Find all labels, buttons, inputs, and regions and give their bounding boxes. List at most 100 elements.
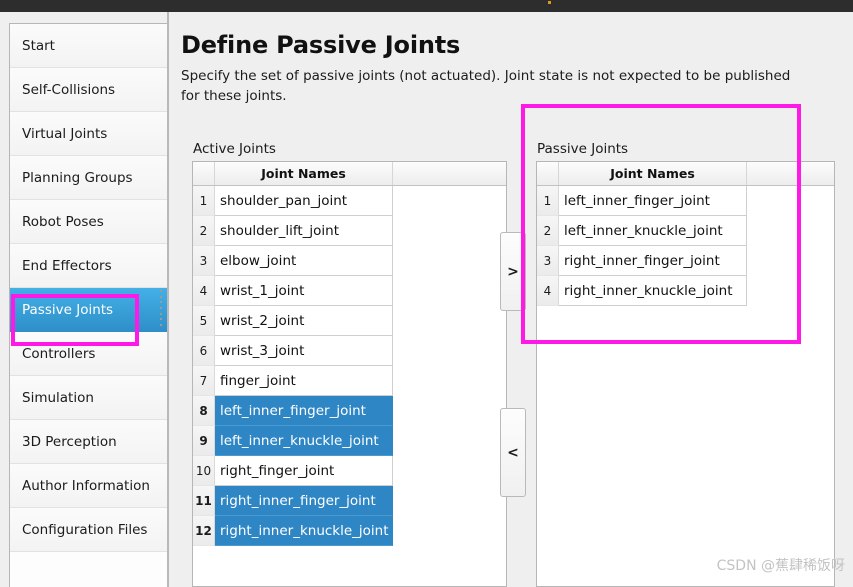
joint-name-cell[interactable]: wrist_2_joint <box>215 306 393 336</box>
active-joints-caption: Active Joints <box>193 141 276 157</box>
sidebar-item-3d-perception[interactable]: 3D Perception <box>10 420 167 464</box>
move-to-active-button[interactable]: < <box>500 408 526 497</box>
sidebar-item-label: Simulation <box>22 389 94 406</box>
titlebar-accent-dot <box>548 1 551 4</box>
sidebar-item-end-effectors[interactable]: End Effectors <box>10 244 167 288</box>
row-index: 8 <box>193 396 215 426</box>
joint-name-cell[interactable]: right_inner_finger_joint <box>215 486 393 516</box>
sidebar-item-label: Passive Joints <box>22 301 114 318</box>
sidebar-item-self-collisions[interactable]: Self-Collisions <box>10 68 167 112</box>
move-to-passive-button[interactable]: > <box>500 232 526 311</box>
row-index: 2 <box>193 216 215 246</box>
watermark: CSDN @蕉肆稀饭呀 <box>716 558 845 574</box>
active-joints-table[interactable]: Joint Names 1 shoulder_pan_joint 2 shoulder… <box>192 161 507 587</box>
active-joint-row[interactable]: 12 right_inner_knuckle_joint <box>193 516 506 546</box>
row-filler <box>393 516 506 546</box>
active-joint-row[interactable]: 3 elbow_joint <box>193 246 506 276</box>
row-index: 1 <box>193 186 215 216</box>
row-index: 3 <box>537 246 559 276</box>
joint-name-cell[interactable]: wrist_3_joint <box>215 336 393 366</box>
joint-name-cell[interactable]: right_inner_knuckle_joint <box>215 516 393 546</box>
passive-joint-row[interactable]: 4 right_inner_knuckle_joint <box>537 276 834 306</box>
sidebar-item-label: Configuration Files <box>22 521 148 538</box>
joint-name-cell[interactable]: shoulder_pan_joint <box>215 186 393 216</box>
passive-joints-table[interactable]: Joint Names 1 left_inner_finger_joint 2 lef… <box>536 161 835 587</box>
sidebar-item-label: Controllers <box>22 345 96 362</box>
joint-name-cell[interactable]: right_finger_joint <box>215 456 393 486</box>
sidebar-item-label: Robot Poses <box>22 213 104 230</box>
active-header-joint-names[interactable]: Joint Names <box>215 162 393 185</box>
sidebar-item-label: Planning Groups <box>22 169 133 186</box>
splitter-grip-icon <box>160 290 163 326</box>
active-joint-row[interactable]: 6 wrist_3_joint <box>193 336 506 366</box>
row-index: 4 <box>537 276 559 306</box>
joint-name-cell[interactable]: left_inner_finger_joint <box>559 186 747 216</box>
active-header-corner <box>193 162 215 185</box>
active-joint-row[interactable]: 2 shoulder_lift_joint <box>193 216 506 246</box>
app-window: Start Self-Collisions Virtual Joints Planni… <box>0 0 853 587</box>
joint-name-cell[interactable]: elbow_joint <box>215 246 393 276</box>
active-table-header: Joint Names <box>193 162 506 186</box>
sidebar-item-label: Author Information <box>22 477 150 494</box>
active-joint-row[interactable]: 1 shoulder_pan_joint <box>193 186 506 216</box>
passive-header-joint-names[interactable]: Joint Names <box>559 162 747 185</box>
passive-joint-row[interactable]: 2 left_inner_knuckle_joint <box>537 216 834 246</box>
joint-name-cell[interactable]: shoulder_lift_joint <box>215 216 393 246</box>
sidebar-item-planning-groups[interactable]: Planning Groups <box>10 156 167 200</box>
active-joint-row[interactable]: 11 right_inner_finger_joint <box>193 486 506 516</box>
sidebar-item-passive-joints[interactable]: Passive Joints <box>10 288 167 332</box>
active-joint-row[interactable]: 8 left_inner_finger_joint <box>193 396 506 426</box>
row-filler <box>393 456 506 486</box>
sidebar-item-author-information[interactable]: Author Information <box>10 464 167 508</box>
active-joint-row[interactable]: 9 left_inner_knuckle_joint <box>193 426 506 456</box>
passive-joint-row[interactable]: 3 right_inner_finger_joint <box>537 246 834 276</box>
sidebar-item-configuration-files[interactable]: Configuration Files <box>10 508 167 552</box>
main-content: Define Passive Joints Specify the set of… <box>181 23 853 587</box>
row-index: 2 <box>537 216 559 246</box>
passive-joint-row[interactable]: 1 left_inner_finger_joint <box>537 186 834 216</box>
row-filler <box>393 246 506 276</box>
row-index: 10 <box>193 456 215 486</box>
row-index: 11 <box>193 486 215 516</box>
sidebar-item-label: Self-Collisions <box>22 81 116 98</box>
sidebar-item-start[interactable]: Start <box>10 24 167 68</box>
pane-splitter[interactable] <box>167 12 169 587</box>
sidebar-item-label: End Effectors <box>22 257 112 274</box>
row-index: 3 <box>193 246 215 276</box>
row-filler <box>393 186 506 216</box>
passive-header-filler <box>747 162 834 185</box>
row-filler <box>393 216 506 246</box>
row-filler <box>393 396 506 426</box>
row-index: 1 <box>537 186 559 216</box>
joint-name-cell[interactable]: left_inner_knuckle_joint <box>559 216 747 246</box>
sidebar-item-robot-poses[interactable]: Robot Poses <box>10 200 167 244</box>
active-table-body[interactable]: 1 shoulder_pan_joint 2 shoulder_lift_joint 3… <box>193 186 506 546</box>
row-filler <box>747 216 834 246</box>
joint-name-cell[interactable]: left_inner_knuckle_joint <box>215 426 393 456</box>
active-joint-row[interactable]: 10 right_finger_joint <box>193 456 506 486</box>
sidebar-item-label: Start <box>22 37 55 54</box>
active-joint-row[interactable]: 4 wrist_1_joint <box>193 276 506 306</box>
joint-name-cell[interactable]: wrist_1_joint <box>215 276 393 306</box>
sidebar-item-label: 3D Perception <box>22 433 117 450</box>
passive-table-body[interactable]: 1 left_inner_finger_joint 2 left_inner_knuc… <box>537 186 834 306</box>
joint-name-cell[interactable]: right_inner_finger_joint <box>559 246 747 276</box>
row-index: 6 <box>193 336 215 366</box>
row-index: 7 <box>193 366 215 396</box>
row-filler <box>393 486 506 516</box>
row-index: 5 <box>193 306 215 336</box>
row-filler <box>393 426 506 456</box>
joint-name-cell[interactable]: left_inner_finger_joint <box>215 396 393 426</box>
joint-name-cell[interactable]: right_inner_knuckle_joint <box>559 276 747 306</box>
page-description: Specify the set of passive joints (not a… <box>181 68 791 104</box>
sidebar-empty-area <box>10 552 167 587</box>
joint-name-cell[interactable]: finger_joint <box>215 366 393 396</box>
sidebar-item-virtual-joints[interactable]: Virtual Joints <box>10 112 167 156</box>
passive-joints-caption: Passive Joints <box>537 141 629 157</box>
sidebar-navigation[interactable]: Start Self-Collisions Virtual Joints Planni… <box>9 23 168 587</box>
active-joint-row[interactable]: 5 wrist_2_joint <box>193 306 506 336</box>
active-joint-row[interactable]: 7 finger_joint <box>193 366 506 396</box>
sidebar-item-controllers[interactable]: Controllers <box>10 332 167 376</box>
sidebar-item-simulation[interactable]: Simulation <box>10 376 167 420</box>
row-filler <box>393 336 506 366</box>
